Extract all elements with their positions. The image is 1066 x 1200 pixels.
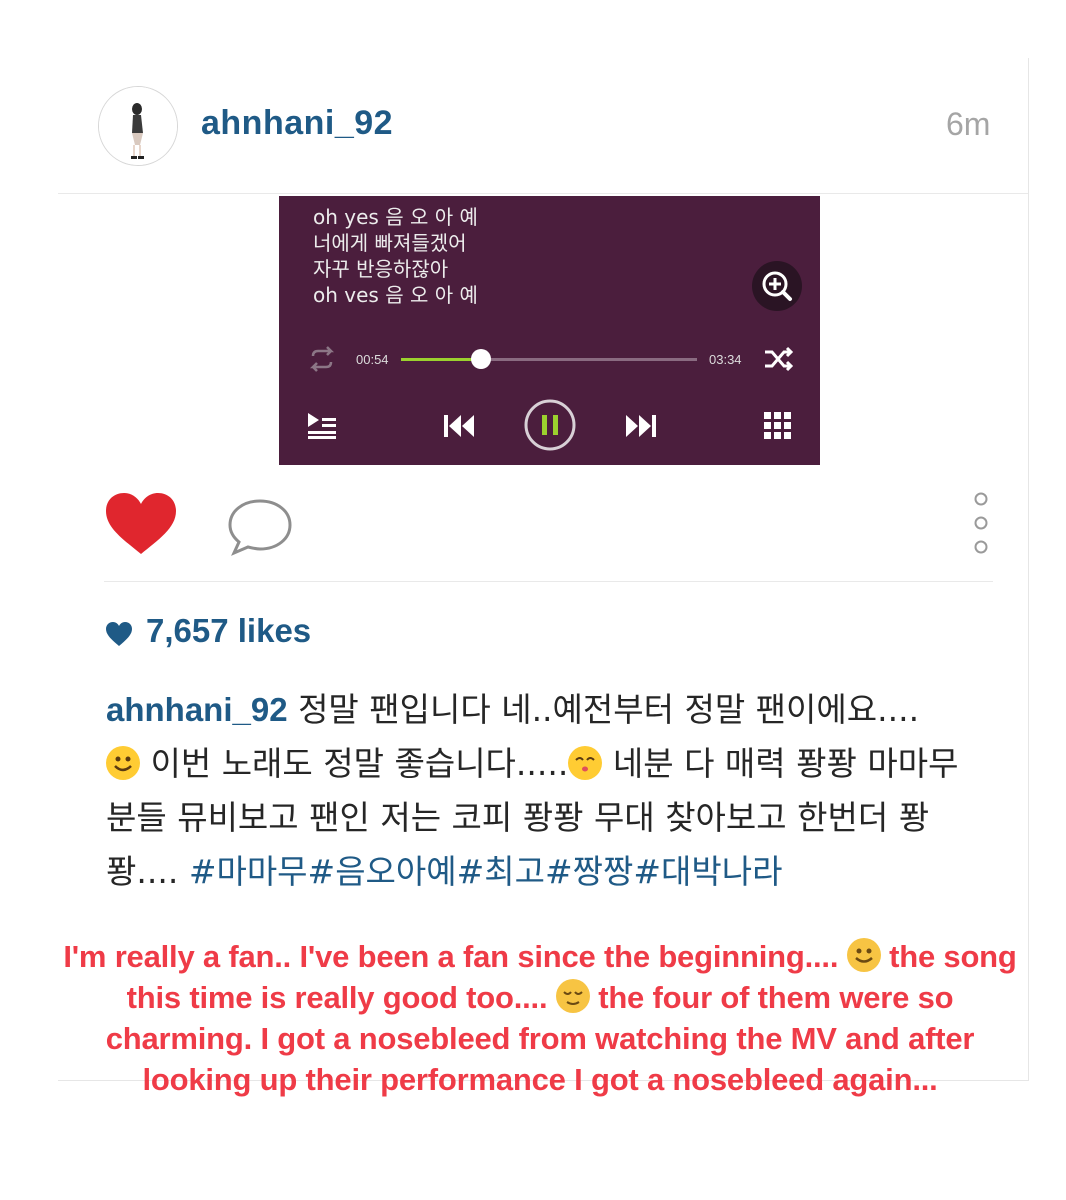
- grid-menu-icon[interactable]: [763, 411, 793, 441]
- avatar-photo: [99, 87, 177, 165]
- relieved-emoji-icon: [568, 746, 603, 780]
- lyrics-block: oh yes 음 오 아 예 너에게 빠져들겠어 자꾸 반응하잖아 oh ves…: [313, 204, 478, 308]
- likes-heart-icon: [106, 622, 132, 646]
- progress-thumb[interactable]: [470, 349, 491, 369]
- smile-emoji-icon: [846, 938, 881, 972]
- zoom-in-icon: [762, 271, 792, 301]
- comment-icon[interactable]: [226, 498, 296, 556]
- caption-text: 정말 팬입니다 네..예전부터 정말 팬이에요....: [287, 690, 920, 729]
- avatar[interactable]: [98, 86, 178, 166]
- lyric-line: oh yes 음 오 아 예: [313, 205, 478, 229]
- caption-text: 이번 노래도 정말 좋습니다.....: [140, 744, 569, 783]
- previous-icon[interactable]: [442, 413, 478, 439]
- translation-part: I'm really a fan.. I've been a fan since…: [63, 939, 847, 974]
- translation-text: I'm really a fan.. I've been a fan since…: [60, 936, 1020, 1100]
- smile-emoji-icon: [106, 746, 140, 780]
- music-player-image: ─ ─ ─ ─ ─ ─ ─ ─ oh yes 음 오 아 예 너에게 빠져들겠어…: [279, 196, 820, 465]
- lyric-line: 너에게 빠져들겠어: [313, 231, 467, 255]
- pause-button[interactable]: [523, 398, 577, 452]
- caption-username[interactable]: ahnhani_92: [106, 691, 288, 728]
- playlist-icon[interactable]: [305, 410, 339, 440]
- zoom-in-button[interactable]: [752, 261, 802, 311]
- progress-fill: [401, 358, 481, 361]
- repeat-icon[interactable]: [307, 346, 337, 372]
- relieved-emoji-icon: [555, 979, 590, 1013]
- heart-icon[interactable]: [104, 492, 178, 556]
- pause-icon: [542, 415, 547, 435]
- duration-time: 03:34: [709, 352, 742, 367]
- likes-count[interactable]: 7,657 likes: [146, 612, 311, 650]
- shuffle-icon[interactable]: [763, 346, 795, 372]
- post-timestamp: 6m: [946, 106, 991, 142]
- more-options-icon[interactable]: [970, 490, 992, 556]
- actions-divider: [104, 581, 993, 582]
- next-icon[interactable]: [622, 413, 658, 439]
- caption: ahnhani_92 정말 팬입니다 네..예전부터 정말 팬이에요.... 이…: [106, 683, 996, 899]
- progress-track[interactable]: [401, 349, 697, 369]
- lyric-line: 자꾸 반응하잖아: [313, 257, 449, 281]
- post-username[interactable]: ahnhani_92: [201, 104, 393, 143]
- header-divider: [58, 193, 1028, 194]
- elapsed-time: 00:54: [356, 352, 389, 367]
- lyric-line: oh ves 음 오 아 예: [313, 283, 478, 307]
- caption-hashtags[interactable]: #마마무#음오아예#최고#짱짱#대박나라: [189, 852, 783, 891]
